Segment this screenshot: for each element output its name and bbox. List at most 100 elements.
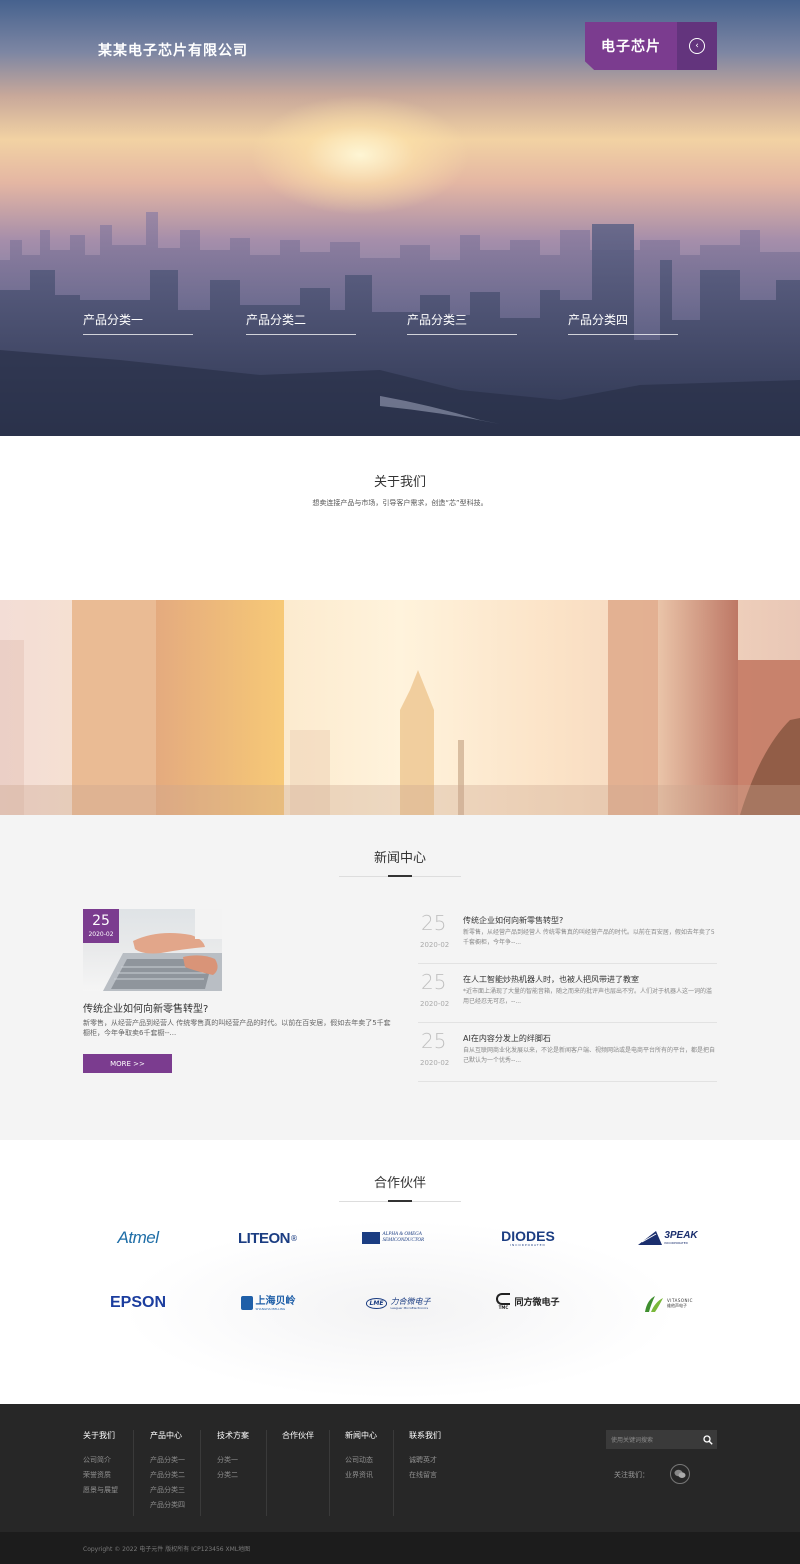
footer-link[interactable]: 分类一 bbox=[217, 1453, 249, 1468]
3peak-logo-sub: INCORPORATED bbox=[664, 1241, 688, 1245]
partner-logo-3peak[interactable]: 3PEAK INCORPORATED bbox=[613, 1225, 723, 1251]
chevron-left-icon: ‹ bbox=[689, 38, 705, 54]
partner-logo-alpha-omega[interactable]: ALPHA & OMEGA SEMICONDUCTOR bbox=[343, 1225, 453, 1251]
featured-news-date: 25 2020-02 bbox=[83, 909, 119, 943]
footer-link[interactable]: 分类二 bbox=[217, 1468, 249, 1483]
hero-category-2[interactable]: 产品分类二 bbox=[246, 311, 356, 335]
badge-label[interactable]: 电子芯片 bbox=[585, 22, 677, 70]
about-title: 关于我们 bbox=[373, 475, 426, 490]
belling-logo-text: 上海贝岭 bbox=[255, 1295, 296, 1307]
city-banner-image bbox=[0, 600, 800, 815]
footer-link[interactable]: 产品分类四 bbox=[150, 1498, 185, 1513]
footer-heading[interactable]: 关于我们 bbox=[83, 1430, 118, 1441]
sun-glow bbox=[250, 95, 470, 215]
featured-news-title[interactable]: 传统企业如何向新零售转型? bbox=[83, 1000, 208, 1015]
site-title[interactable]: 某某电子芯片有限公司 bbox=[98, 40, 248, 60]
footer-heading[interactable]: 产品中心 bbox=[150, 1430, 185, 1441]
footer-heading[interactable]: 技术方案 bbox=[217, 1430, 249, 1441]
news-day: 25 bbox=[421, 970, 447, 994]
footer-link[interactable]: 在线留言 bbox=[409, 1468, 441, 1483]
partner-logo-diodes[interactable]: DIODES INCORPORATED bbox=[473, 1225, 583, 1251]
news-month: 2020-02 bbox=[420, 1059, 450, 1067]
hero-category-1[interactable]: 产品分类一 bbox=[83, 311, 193, 335]
featured-news-image[interactable]: 25 2020-02 bbox=[83, 909, 222, 991]
footer-divider bbox=[266, 1430, 267, 1516]
news-day: 25 bbox=[421, 911, 447, 935]
more-button[interactable]: MORE >> bbox=[83, 1054, 172, 1073]
footer-divider bbox=[200, 1430, 201, 1516]
partner-logo-belling[interactable]: 上海贝岭 SHANGHAI BELLING bbox=[213, 1290, 323, 1316]
footer-column-about: 关于我们 公司简介 荣誉资质 愿景与展望 bbox=[83, 1430, 118, 1498]
news-month: 2020-02 bbox=[420, 1000, 450, 1008]
footer-link[interactable]: 产品分类二 bbox=[150, 1468, 185, 1483]
hero-category-3[interactable]: 产品分类三 bbox=[407, 311, 517, 335]
footer-column-solutions: 技术方案 分类一 分类二 bbox=[217, 1430, 249, 1483]
category-badge[interactable]: 电子芯片 ‹ bbox=[585, 22, 717, 70]
news-month: 2020-02 bbox=[420, 941, 450, 949]
belling-mark-icon bbox=[240, 1296, 253, 1310]
search-icon bbox=[702, 1434, 713, 1445]
footer-link[interactable]: 诚聘英才 bbox=[409, 1453, 441, 1468]
news-title[interactable]: AI在内容分发上的绊脚石 bbox=[463, 1033, 551, 1044]
footer-column-products: 产品中心 产品分类一 产品分类二 产品分类三 产品分类四 bbox=[150, 1430, 185, 1513]
footer-link[interactable]: 产品分类一 bbox=[150, 1453, 185, 1468]
about-subtitle: 想卖连接产品与市场，引导客户需求，创造“芯”型科技。 bbox=[312, 499, 488, 507]
footer-link[interactable]: 公司动态 bbox=[345, 1453, 377, 1468]
footer-link[interactable]: 公司简介 bbox=[83, 1453, 118, 1468]
wechat-icon bbox=[674, 1469, 686, 1478]
partner-logo-tongfang[interactable]: TMC 同方微电子 bbox=[473, 1288, 583, 1314]
badge-toggle-button[interactable]: ‹ bbox=[677, 22, 717, 70]
hero-category-4[interactable]: 产品分类四 bbox=[568, 311, 678, 335]
footer: 关于我们 公司简介 荣誉资质 愿景与展望 产品中心 产品分类一 产品分类二 产品… bbox=[0, 1404, 800, 1532]
atmel-logo-text: Atmel bbox=[117, 1228, 159, 1247]
footer-link[interactable]: 愿景与展望 bbox=[83, 1483, 118, 1498]
diodes-logo-text: DIODES bbox=[501, 1228, 555, 1244]
news-list-item[interactable]: 25 2020-02 在人工智能炒热机器人时，也被人把风带进了教室 *近市面上涌… bbox=[418, 968, 717, 1023]
partner-logo-liteon[interactable]: LITEON ® bbox=[213, 1225, 323, 1251]
banner-buildings-illustration bbox=[0, 600, 800, 815]
featured-news-summary: 新零售，从经营产品到经营人 传统零售真的叫经营产品的时代。以前在百安居，假如去年… bbox=[83, 1019, 391, 1037]
footer-link[interactable]: 产品分类三 bbox=[150, 1483, 185, 1498]
news-title[interactable]: 传统企业如何向新零售转型? bbox=[463, 915, 563, 926]
news-list-item[interactable]: 25 2020-02 传统企业如何向新零售转型? 新零售，从经营产品到经营人 传… bbox=[418, 909, 717, 964]
lme-logo-text: 力合微电子 bbox=[390, 1296, 431, 1306]
liteon-logo-text: LITEON bbox=[238, 1229, 291, 1247]
copyright-text: Copyright © 2022 电子元件 版权所有 ICP123456 XML… bbox=[83, 1546, 251, 1553]
news-summary: 新零售，从经营产品到经营人 传统零售真的叫经营产品的时代。以前在百安居，假如去年… bbox=[463, 929, 715, 946]
search-input[interactable]: 使用关键词搜索 bbox=[606, 1435, 698, 1444]
search-button[interactable] bbox=[698, 1430, 717, 1449]
featured-news-day: 25 bbox=[92, 913, 110, 929]
follow-us-label: 关注我们： bbox=[614, 1471, 649, 1479]
wechat-button[interactable] bbox=[670, 1464, 690, 1484]
partner-logo-lme[interactable]: LME 力合微电子 Leaguer MicroElectronics bbox=[343, 1290, 453, 1316]
tongfang-logo-text: 同方微电子 bbox=[514, 1297, 560, 1308]
news-list-item[interactable]: 25 2020-02 AI在内容分发上的绊脚石 自从互联网商业化发展以来，不论是… bbox=[418, 1027, 717, 1082]
3peak-mark-icon bbox=[638, 1231, 663, 1245]
footer-column-news: 新闻中心 公司动态 业界资讯 bbox=[345, 1430, 377, 1483]
footer-heading[interactable]: 合作伙伴 bbox=[282, 1430, 314, 1441]
footer-column-partners: 合作伙伴 bbox=[282, 1430, 314, 1453]
footer-divider bbox=[393, 1430, 394, 1516]
footer-link[interactable]: 业界资讯 bbox=[345, 1468, 377, 1483]
about-section: 关于我们 想卖连接产品与市场，引导客户需求，创造“芯”型科技。 bbox=[0, 436, 800, 600]
partner-logo-atmel[interactable]: Atmel bbox=[83, 1225, 193, 1251]
alpha-omega-mark-icon bbox=[361, 1232, 380, 1244]
news-title[interactable]: 在人工智能炒热机器人时，也被人把风带进了教室 bbox=[463, 974, 639, 985]
belling-logo-sub: SHANGHAI BELLING bbox=[255, 1306, 286, 1311]
footer-link[interactable]: 荣誉资质 bbox=[83, 1468, 118, 1483]
news-summary: *近市面上涌现了大量的智能音箱，随之而来的批评声也层出不穷。人们对于机器人这一词… bbox=[463, 988, 713, 1005]
partners-section-title: 合作伙伴 bbox=[373, 1176, 426, 1191]
registered-mark: ® bbox=[290, 1233, 298, 1243]
hero-category-nav: 产品分类一 产品分类二 产品分类三 产品分类四 bbox=[83, 311, 723, 341]
news-section: 新闻中心 25 2020-02 传统企业如何向新零售转型? 新零售，从经营产品到… bbox=[0, 815, 800, 1140]
tmc-mark-icon bbox=[496, 1292, 511, 1305]
footer-heading[interactable]: 新闻中心 bbox=[345, 1430, 377, 1441]
footer-heading[interactable]: 联系我们 bbox=[409, 1430, 441, 1441]
partner-logo-vitasonic[interactable]: VITASONIC 维他声电子 bbox=[613, 1290, 723, 1316]
footer-column-contact: 联系我们 诚聘英才 在线留言 bbox=[409, 1430, 441, 1483]
hero-banner: 某某电子芯片有限公司 电子芯片 ‹ 产品分类一 产品分类二 产品分类三 产品分类… bbox=[0, 0, 800, 436]
partner-logo-epson[interactable]: EPSON bbox=[83, 1290, 193, 1316]
epson-logo-text: EPSON bbox=[109, 1294, 166, 1311]
vitasonic-logo-text: VITASONIC bbox=[667, 1297, 693, 1303]
alpha-omega-logo-text: ALPHA & OMEGA SEMICONDUCTOR bbox=[382, 1232, 425, 1243]
